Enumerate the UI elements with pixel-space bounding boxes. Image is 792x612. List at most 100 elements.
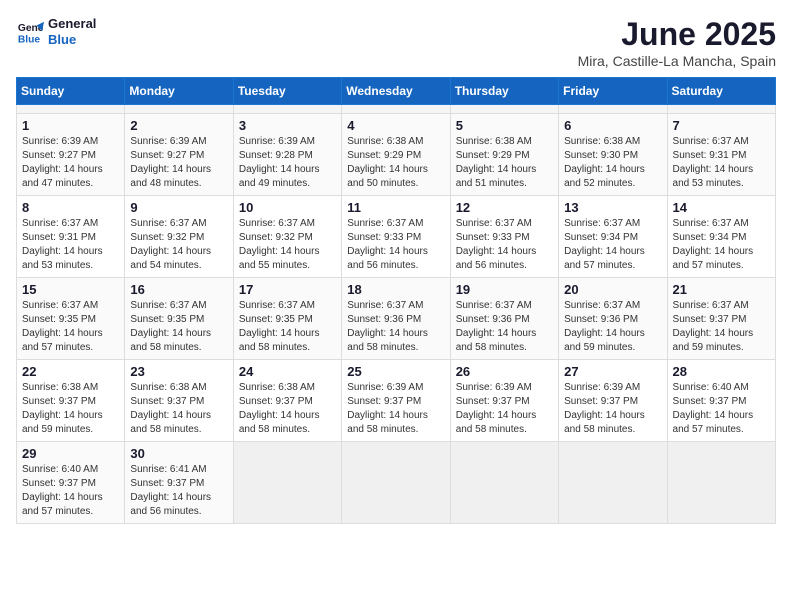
cell-text: Sunrise: 6:39 AM Sunset: 9:27 PM Dayligh… [22, 135, 119, 191]
calendar-week-1: 1Sunrise: 6:39 AM Sunset: 9:27 PM Daylig… [17, 114, 776, 196]
day-number: 10 [239, 200, 336, 215]
cell-text: Sunrise: 6:38 AM Sunset: 9:29 PM Dayligh… [456, 135, 553, 191]
header-thursday: Thursday [450, 78, 558, 105]
day-number: 9 [130, 200, 227, 215]
calendar-week-3: 15 Sunrise: 6:37 AM Sunset: 9:35 PM Dayli… [17, 278, 776, 360]
day-number: 24 [239, 364, 336, 379]
day-number: 4 [347, 118, 444, 133]
calendar-cell [667, 442, 775, 524]
day-number: 25 [347, 364, 444, 379]
cell-text: Sunrise: 6:41 AM Sunset: 9:37 PM Dayligh… [130, 463, 227, 519]
title-area: June 2025 Mira, Castille-La Mancha, Spai… [578, 16, 776, 69]
header: General Blue General Blue June 2025 Mira… [16, 16, 776, 69]
header-tuesday: Tuesday [233, 78, 341, 105]
header-monday: Monday [125, 78, 233, 105]
cell-text: Sunrise: 6:39 AM Sunset: 9:37 PM Dayligh… [456, 381, 553, 437]
day-number: 14 [673, 200, 770, 215]
cell-text: Sunrise: 6:37 AM Sunset: 9:33 PM Dayligh… [456, 217, 553, 273]
calendar-cell: 7 Sunrise: 6:37 AM Sunset: 9:31 PM Daylig… [667, 114, 775, 196]
cell-text: Sunrise: 6:38 AM Sunset: 9:37 PM Dayligh… [22, 381, 119, 437]
cell-text: Sunrise: 6:37 AM Sunset: 9:34 PM Dayligh… [673, 217, 770, 273]
day-number: 20 [564, 282, 661, 297]
calendar-cell [125, 105, 233, 114]
cell-text: Sunrise: 6:39 AM Sunset: 9:37 PM Dayligh… [347, 381, 444, 437]
day-number: 23 [130, 364, 227, 379]
cell-text: Sunrise: 6:39 AM Sunset: 9:27 PM Dayligh… [130, 135, 227, 191]
day-number: 26 [456, 364, 553, 379]
cell-text: Sunrise: 6:37 AM Sunset: 9:31 PM Dayligh… [673, 135, 770, 191]
calendar-cell: 13Sunrise: 6:37 AM Sunset: 9:34 PM Dayli… [559, 196, 667, 278]
cell-text: Sunrise: 6:37 AM Sunset: 9:32 PM Dayligh… [130, 217, 227, 273]
calendar-cell: 11 Sunrise: 6:37 AM Sunset: 9:33 PM Dayli… [342, 196, 450, 278]
header-wednesday: Wednesday [342, 78, 450, 105]
calendar-cell [559, 442, 667, 524]
cell-text: Sunrise: 6:39 AM Sunset: 9:37 PM Dayligh… [564, 381, 661, 437]
calendar-cell: 8Sunrise: 6:37 AM Sunset: 9:31 PM Daylig… [17, 196, 125, 278]
calendar-cell [233, 442, 341, 524]
logo-icon: General Blue [16, 18, 44, 46]
cell-text: Sunrise: 6:38 AM Sunset: 9:30 PM Dayligh… [564, 135, 661, 191]
month-title: June 2025 [578, 16, 776, 53]
cell-text: Sunrise: 6:37 AM Sunset: 9:36 PM Dayligh… [456, 299, 553, 355]
calendar-cell: 14 Sunrise: 6:37 AM Sunset: 9:34 PM Dayli… [667, 196, 775, 278]
calendar-cell [559, 105, 667, 114]
calendar-cell: 25 Sunrise: 6:39 AM Sunset: 9:37 PM Dayli… [342, 360, 450, 442]
day-number: 12 [456, 200, 553, 215]
cell-text: Sunrise: 6:37 AM Sunset: 9:31 PM Dayligh… [22, 217, 119, 273]
day-number: 16 [130, 282, 227, 297]
cell-text: Sunrise: 6:37 AM Sunset: 9:33 PM Dayligh… [347, 217, 444, 273]
cell-text: Sunrise: 6:37 AM Sunset: 9:36 PM Dayligh… [347, 299, 444, 355]
cell-text: Sunrise: 6:37 AM Sunset: 9:37 PM Dayligh… [673, 299, 770, 355]
cell-text: Sunrise: 6:38 AM Sunset: 9:29 PM Dayligh… [347, 135, 444, 191]
day-number: 21 [673, 282, 770, 297]
calendar-cell: 10 Sunrise: 6:37 AM Sunset: 9:32 PM Dayli… [233, 196, 341, 278]
cell-text: Sunrise: 6:37 AM Sunset: 9:32 PM Dayligh… [239, 217, 336, 273]
location-title: Mira, Castille-La Mancha, Spain [578, 53, 776, 69]
cell-text: Sunrise: 6:40 AM Sunset: 9:37 PM Dayligh… [22, 463, 119, 519]
calendar-cell: 27 Sunrise: 6:39 AM Sunset: 9:37 PM Dayli… [559, 360, 667, 442]
day-number: 30 [130, 446, 227, 461]
day-number: 2 [130, 118, 227, 133]
cell-text: Sunrise: 6:39 AM Sunset: 9:28 PM Dayligh… [239, 135, 336, 191]
header-sunday: Sunday [17, 78, 125, 105]
cell-text: Sunrise: 6:38 AM Sunset: 9:37 PM Dayligh… [239, 381, 336, 437]
calendar: SundayMondayTuesdayWednesdayThursdayFrid… [16, 77, 776, 524]
day-number: 3 [239, 118, 336, 133]
calendar-cell: 22 Sunrise: 6:38 AM Sunset: 9:37 PM Dayli… [17, 360, 125, 442]
day-number: 7 [673, 118, 770, 133]
calendar-cell: 19 Sunrise: 6:37 AM Sunset: 9:36 PM Dayli… [450, 278, 558, 360]
calendar-cell [342, 442, 450, 524]
calendar-week-0 [17, 105, 776, 114]
calendar-cell: 12 Sunrise: 6:37 AM Sunset: 9:33 PM Dayli… [450, 196, 558, 278]
day-number: 29 [22, 446, 119, 461]
calendar-cell [342, 105, 450, 114]
day-number: 27 [564, 364, 661, 379]
day-number: 22 [22, 364, 119, 379]
day-number: 19 [456, 282, 553, 297]
logo-general: General [48, 16, 96, 32]
calendar-cell [450, 442, 558, 524]
calendar-cell [450, 105, 558, 114]
cell-text: Sunrise: 6:37 AM Sunset: 9:35 PM Dayligh… [239, 299, 336, 355]
calendar-cell: 23 Sunrise: 6:38 AM Sunset: 9:37 PM Dayli… [125, 360, 233, 442]
cell-text: Sunrise: 6:40 AM Sunset: 9:37 PM Dayligh… [673, 381, 770, 437]
day-number: 15 [22, 282, 119, 297]
cell-text: Sunrise: 6:38 AM Sunset: 9:37 PM Dayligh… [130, 381, 227, 437]
calendar-cell: 30 Sunrise: 6:41 AM Sunset: 9:37 PM Dayli… [125, 442, 233, 524]
calendar-week-4: 22 Sunrise: 6:38 AM Sunset: 9:37 PM Dayli… [17, 360, 776, 442]
calendar-cell: 5 Sunrise: 6:38 AM Sunset: 9:29 PM Daylig… [450, 114, 558, 196]
day-number: 18 [347, 282, 444, 297]
svg-text:Blue: Blue [18, 34, 41, 45]
day-number: 5 [456, 118, 553, 133]
calendar-cell [667, 105, 775, 114]
day-number: 13 [564, 200, 661, 215]
calendar-cell [17, 105, 125, 114]
calendar-cell: 29 Sunrise: 6:40 AM Sunset: 9:37 PM Dayli… [17, 442, 125, 524]
calendar-header-row: SundayMondayTuesdayWednesdayThursdayFrid… [17, 78, 776, 105]
calendar-cell: 4 Sunrise: 6:38 AM Sunset: 9:29 PM Daylig… [342, 114, 450, 196]
day-number: 11 [347, 200, 444, 215]
calendar-cell: 2 Sunrise: 6:39 AM Sunset: 9:27 PM Daylig… [125, 114, 233, 196]
calendar-cell: 20Sunrise: 6:37 AM Sunset: 9:36 PM Dayli… [559, 278, 667, 360]
day-number: 17 [239, 282, 336, 297]
calendar-cell: 28Sunrise: 6:40 AM Sunset: 9:37 PM Dayli… [667, 360, 775, 442]
